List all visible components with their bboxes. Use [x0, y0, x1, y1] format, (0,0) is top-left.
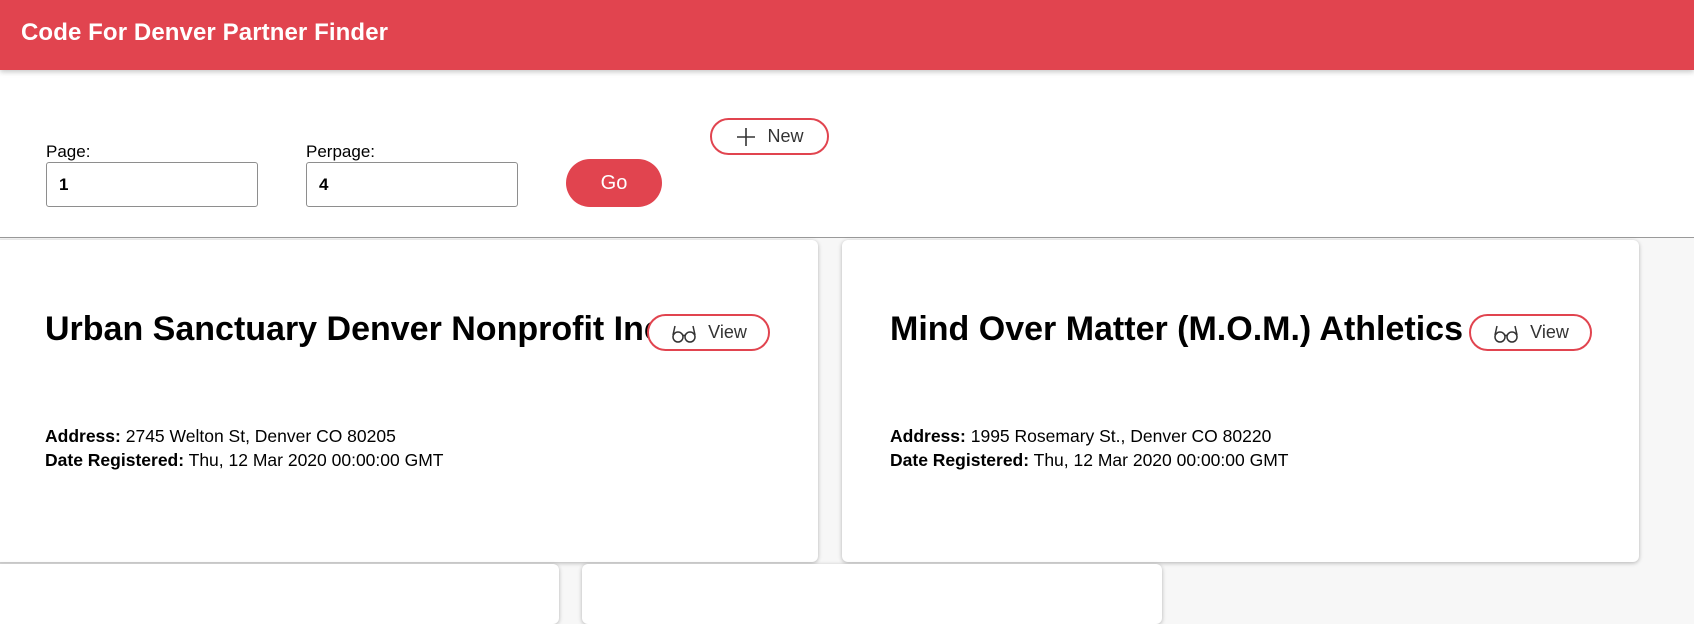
date-registered-line: Date Registered: Thu, 12 Mar 2020 00:00:… — [890, 450, 1289, 471]
date-registered-line: Date Registered: Thu, 12 Mar 2020 00:00:… — [45, 450, 444, 471]
partner-name: Mind Over Matter (M.O.M.) Athletics — [890, 310, 1464, 348]
page-label: Page: — [46, 142, 91, 161]
partner-card-partial — [0, 564, 559, 624]
date-registered-value: Thu, 12 Mar 2020 00:00:00 GMT — [188, 450, 444, 470]
perpage-input[interactable] — [306, 162, 518, 207]
view-button[interactable]: View — [1469, 314, 1592, 351]
page-input[interactable] — [46, 162, 258, 207]
app-title: Code For Denver Partner Finder — [21, 19, 389, 46]
glasses-icon — [670, 323, 698, 343]
address-label: Address: — [890, 426, 966, 446]
pagination-controls: Page: Perpage: Go New — [0, 70, 1694, 238]
new-button-label: New — [767, 126, 804, 146]
date-registered-value: Thu, 12 Mar 2020 00:00:00 GMT — [1033, 450, 1289, 470]
address-value: 2745 Welton St, Denver CO 80205 — [125, 426, 396, 446]
new-button[interactable]: New — [710, 118, 829, 155]
plus-icon — [735, 126, 757, 148]
address-label: Address: — [45, 426, 121, 446]
go-button[interactable]: Go — [566, 159, 662, 207]
date-registered-label: Date Registered: — [890, 450, 1030, 470]
partner-card-partial — [582, 564, 1162, 624]
perpage-label: Perpage: — [306, 142, 375, 161]
address-value: 1995 Rosemary St., Denver CO 80220 — [970, 426, 1272, 446]
date-registered-label: Date Registered: — [45, 450, 185, 470]
view-button-label: View — [708, 322, 747, 342]
app-header: Code For Denver Partner Finder — [0, 0, 1694, 70]
address-line: Address: 2745 Welton St, Denver CO 80205 — [45, 426, 396, 447]
glasses-icon — [1492, 323, 1520, 343]
partner-name: Urban Sanctuary Denver Nonprofit Inc — [45, 310, 663, 348]
partner-card: Mind Over Matter (M.O.M.) Athletics View… — [842, 240, 1639, 562]
partner-card: Urban Sanctuary Denver Nonprofit Inc Vie… — [0, 240, 818, 562]
view-button[interactable]: View — [647, 314, 770, 351]
view-button-label: View — [1530, 322, 1569, 342]
address-line: Address: 1995 Rosemary St., Denver CO 80… — [890, 426, 1271, 447]
